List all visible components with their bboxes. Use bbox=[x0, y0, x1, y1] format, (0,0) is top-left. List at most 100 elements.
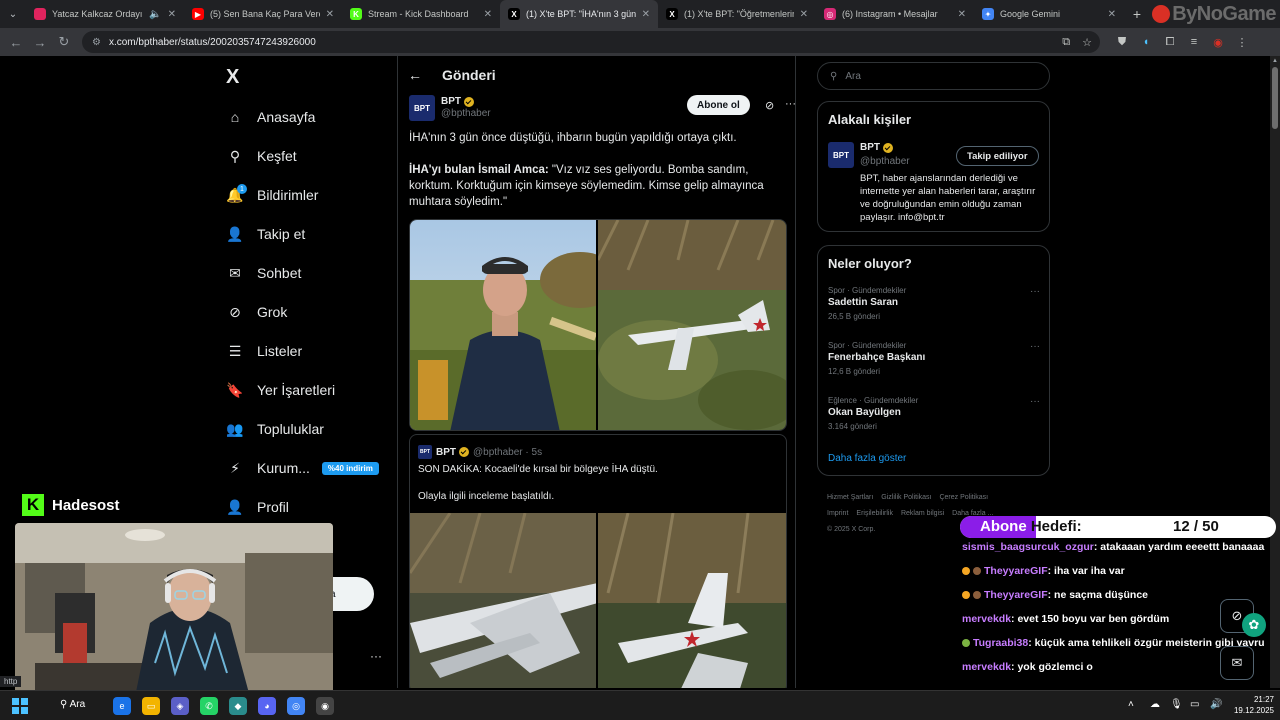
network-icon[interactable]: ▭ bbox=[1190, 699, 1199, 710]
browser-tab[interactable]: X (1) X'te BPT: "Öğretmenlerini zo ✕ bbox=[658, 0, 816, 28]
avatar[interactable]: BPT bbox=[409, 95, 435, 121]
app-icon[interactable]: ◆ bbox=[229, 697, 247, 715]
chat-username[interactable]: TheyyareGIF bbox=[984, 565, 1048, 577]
footer-link[interactable]: Erişilebilirlik bbox=[856, 510, 893, 517]
search-input[interactable]: ⚲ Ara bbox=[817, 62, 1050, 90]
trend-more-icon[interactable]: ··· bbox=[1030, 341, 1040, 352]
chrome-icon[interactable]: ◎ bbox=[287, 697, 305, 715]
browser-menu-icon[interactable]: ⋮ bbox=[1230, 36, 1254, 49]
browser-tab[interactable]: ◎ (6) Instagram • Mesajlar ✕ bbox=[816, 0, 974, 28]
related-person-name[interactable]: BPT bbox=[860, 142, 893, 153]
chat-username[interactable]: Tugraabi38 bbox=[973, 637, 1028, 649]
footer-link[interactable]: Gizlilik Politikası bbox=[881, 494, 931, 501]
tab-close-icon[interactable]: ✕ bbox=[326, 9, 334, 20]
footer-link[interactable]: Reklam bilgisi bbox=[901, 510, 944, 517]
footer-link[interactable]: Çerez Politikası bbox=[939, 494, 988, 501]
site-info-icon[interactable]: ⚙ bbox=[92, 37, 101, 48]
bookmark-star-icon[interactable]: ☆ bbox=[1082, 36, 1092, 49]
show-more-link[interactable]: Daha fazla göster bbox=[828, 453, 906, 464]
audio-extension-icon[interactable]: ◖ bbox=[1134, 36, 1158, 48]
sidebar-item-bell[interactable]: 🔔 1 Bildirimler bbox=[226, 183, 318, 207]
sidebar-item-mail[interactable]: ✉ Sohbet bbox=[226, 261, 301, 285]
sidebar-item-grok[interactable]: ⊘ Grok bbox=[226, 300, 287, 324]
sidebar-item-home[interactable]: ⌂ Anasayfa bbox=[226, 105, 316, 129]
sidebar-item-list[interactable]: ☰ Listeler bbox=[226, 339, 302, 363]
tab-close-icon[interactable]: ✕ bbox=[800, 9, 808, 20]
tab-close-icon[interactable]: ✕ bbox=[168, 9, 176, 20]
following-button[interactable]: Takip ediliyor bbox=[956, 146, 1039, 166]
sidebar-item-search[interactable]: ⚲ Keşfet bbox=[226, 144, 297, 168]
tab-audio-icon[interactable]: 🔈 bbox=[149, 9, 161, 20]
tab-close-icon[interactable]: ✕ bbox=[642, 9, 650, 20]
related-person-handle[interactable]: @bpthaber bbox=[860, 156, 910, 167]
post-media[interactable] bbox=[409, 219, 787, 431]
more-options-icon[interactable]: ··· bbox=[785, 98, 795, 110]
photo-drone-tail[interactable] bbox=[598, 513, 786, 688]
messages-floating-button[interactable]: ✉ bbox=[1220, 646, 1254, 680]
sidebar-item-profile[interactable]: 👤 Profil bbox=[226, 495, 289, 519]
browser-tab[interactable]: ▶ (5) Sen Bana Kaç Para Verecen ✕ bbox=[184, 0, 342, 28]
tab-close-icon[interactable]: ✕ bbox=[1108, 9, 1116, 20]
subscribe-button[interactable]: Abone ol bbox=[687, 95, 750, 115]
edge-browser-icon[interactable]: e bbox=[113, 697, 131, 715]
sidebar-item-follow[interactable]: 👤 Takip et bbox=[226, 222, 305, 246]
shield-extension-icon[interactable]: ⛊ bbox=[1110, 36, 1134, 49]
footer-link[interactable]: Hizmet Şartları bbox=[827, 494, 873, 501]
footer-link[interactable]: © 2025 X Corp. bbox=[827, 526, 875, 533]
app-icon[interactable]: ◈ bbox=[171, 697, 189, 715]
extensions-icon[interactable]: ⧠ bbox=[1158, 36, 1182, 49]
back-arrow-icon[interactable]: ← bbox=[408, 67, 422, 83]
footer-link[interactable]: Imprint bbox=[827, 510, 848, 517]
trend-item[interactable]: Spor · Gündemdekiler Sadettin Saran 26,5 B… bbox=[828, 286, 1040, 321]
sidebar-item-lightning[interactable]: ⚡ Kurum... %40 indirim bbox=[226, 456, 379, 480]
forward-button[interactable]: → bbox=[28, 30, 52, 54]
file-explorer-icon[interactable]: ▭ bbox=[142, 697, 160, 715]
photo-drone-wing[interactable] bbox=[410, 513, 598, 688]
chat-username[interactable]: TheyyareGIF bbox=[984, 589, 1048, 601]
scroll-up-arrow-icon[interactable]: ▲ bbox=[1272, 58, 1278, 64]
microphone-icon[interactable]: 🎙 bbox=[1170, 699, 1183, 710]
author-name[interactable]: BPT bbox=[441, 96, 491, 108]
discord-icon[interactable]: ◕ bbox=[258, 697, 276, 715]
sidebar-item-bookmark[interactable]: 🔖 Yer İşaretleri bbox=[226, 378, 335, 402]
windows-start-icon[interactable] bbox=[12, 698, 28, 714]
taskbar-search[interactable]: ⚲ Ara bbox=[60, 699, 85, 710]
discount-badge[interactable]: %40 indirim bbox=[321, 461, 379, 475]
volume-icon[interactable]: 🔊 bbox=[1210, 699, 1222, 710]
trend-item[interactable]: Spor · Gündemdekiler Fenerbahçe Başkanı 12… bbox=[828, 341, 1040, 376]
trend-more-icon[interactable]: ··· bbox=[1030, 396, 1040, 407]
address-bar[interactable]: ⚙ x.com/bpthaber/status/2002035747243926… bbox=[82, 31, 1100, 53]
whatsapp-icon[interactable]: ✆ bbox=[200, 697, 218, 715]
sidebar-item-communities[interactable]: 👥 Topluluklar bbox=[226, 417, 324, 441]
tab-close-icon[interactable]: ✕ bbox=[958, 9, 966, 20]
quoted-post[interactable]: BPT BPT @bpthaber · 5s SON DAKİKA: Kocae… bbox=[409, 434, 787, 688]
media-control-icon[interactable]: ≡ bbox=[1182, 36, 1206, 48]
browser-tab[interactable]: Yatcaz Kalkcaz Ordayım | Yo 🔈 ✕ bbox=[26, 0, 184, 28]
photo-drone-field[interactable] bbox=[598, 220, 786, 430]
tray-chevron-icon[interactable]: ˄ bbox=[1128, 699, 1134, 710]
browser-tab[interactable]: K Stream - Kick Dashboard ✕ bbox=[342, 0, 500, 28]
browser-tab[interactable]: ✦ Google Gemini ✕ bbox=[974, 0, 1124, 28]
trend-more-icon[interactable]: ··· bbox=[1030, 286, 1040, 297]
chat-username[interactable]: mervekdk bbox=[962, 661, 1011, 673]
author-handle[interactable]: @bpthaber bbox=[441, 108, 491, 120]
chat-username[interactable]: mervekdk bbox=[962, 613, 1011, 625]
quoted-post-media[interactable] bbox=[410, 513, 786, 688]
taskbar-clock[interactable]: 21:27 19.12.2025 bbox=[1224, 694, 1274, 716]
photo-old-man[interactable] bbox=[410, 220, 598, 430]
obs-icon[interactable]: ◉ bbox=[316, 697, 334, 715]
new-tab-button[interactable]: + bbox=[1124, 6, 1150, 22]
tray-cloud-icon[interactable]: ☁ bbox=[1150, 699, 1160, 710]
tab-search-button[interactable]: ⌄ bbox=[0, 0, 26, 28]
install-app-icon[interactable]: ⧉ bbox=[1062, 36, 1070, 49]
browser-tab[interactable]: X (1) X'te BPT: "İHA'nın 3 gün önc ✕ bbox=[500, 0, 658, 28]
x-logo[interactable]: X bbox=[226, 66, 239, 89]
trend-item[interactable]: Eğlence · Gündemdekiler Okan Bayülgen 3.16… bbox=[828, 396, 1040, 431]
account-menu-icon[interactable]: ··· bbox=[370, 649, 382, 663]
profile-avatar-icon[interactable]: ◉ bbox=[1206, 36, 1230, 49]
chat-username[interactable]: sismis_baagsurcuk_ozgur bbox=[962, 541, 1094, 553]
scrollbar-thumb[interactable] bbox=[1272, 67, 1278, 129]
chatgpt-extension-icon[interactable]: ✿ bbox=[1242, 613, 1266, 637]
tab-close-icon[interactable]: ✕ bbox=[484, 9, 492, 20]
back-button[interactable]: ← bbox=[4, 30, 28, 54]
